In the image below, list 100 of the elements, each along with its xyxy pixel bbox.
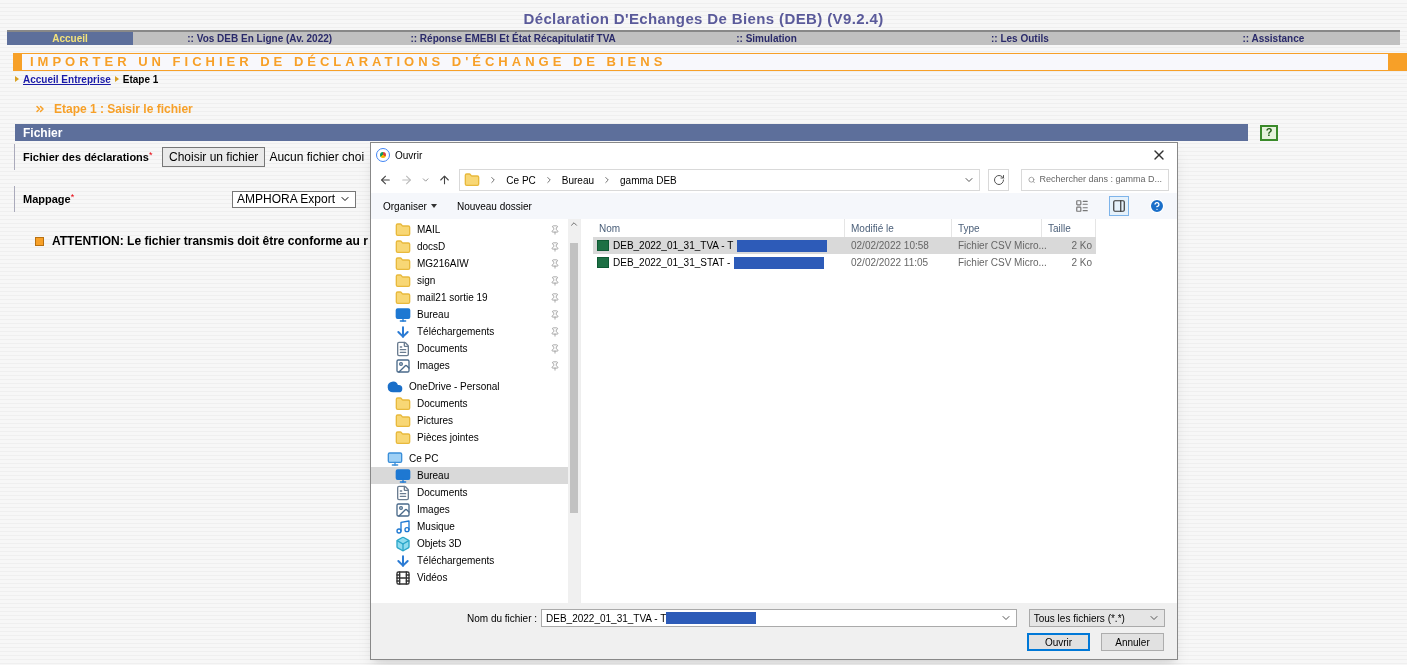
- required-mark: *: [70, 190, 75, 202]
- file-row[interactable]: DEB_2022_01_31_TVA - T 02/02/2022 10:58 Fichier CSV Micro... 2 Ko: [593, 237, 1096, 254]
- section-title: Fichier: [23, 124, 63, 142]
- filename-field[interactable]: DEB_2022_01_31_TVA - T: [541, 609, 1017, 627]
- search-icon: [1028, 174, 1036, 186]
- file-name: DEB_2022_01_31_TVA - T: [613, 239, 734, 253]
- file-modified: 02/02/2022 11:05: [850, 256, 930, 270]
- nav-item[interactable]: Téléchargements: [371, 552, 568, 569]
- monitor-icon: [395, 306, 411, 323]
- nav-item[interactable]: Pictures: [371, 412, 568, 429]
- double-chevron-icon: [34, 103, 46, 115]
- nav-item[interactable]: Objets 3D: [371, 535, 568, 552]
- menu-tab[interactable]: :: Assistance: [1146, 32, 1401, 45]
- help-icon[interactable]: [1149, 198, 1165, 214]
- image-icon: [395, 501, 411, 518]
- nav-item[interactable]: Bureau: [371, 306, 568, 323]
- nav-item[interactable]: Ce PC: [371, 450, 568, 467]
- field-label: Fichier des déclarations: [23, 149, 149, 165]
- mapping-select[interactable]: AMPHORA Export: [232, 190, 357, 208]
- preview-pane-icon[interactable]: [1109, 196, 1129, 216]
- folder-icon: [395, 238, 411, 255]
- folder-icon: [395, 429, 411, 446]
- path-segment[interactable]: Ce PC: [506, 172, 536, 188]
- document-icon: [395, 340, 411, 357]
- nav-item[interactable]: Images: [371, 357, 568, 374]
- address-bar[interactable]: Ce PC Bureau gamma DEB: [459, 169, 981, 191]
- dialog-title: Ouvrir: [395, 148, 424, 163]
- menu-tab[interactable]: Accueil: [7, 32, 133, 45]
- nav-item[interactable]: Musique: [371, 518, 568, 535]
- folder-icon: [395, 221, 411, 238]
- path-segment[interactable]: Bureau: [561, 172, 595, 188]
- folder-icon: [395, 412, 411, 429]
- nav-item[interactable]: Images: [371, 501, 568, 518]
- cancel-button[interactable]: Annuler: [1101, 633, 1164, 651]
- nav-item[interactable]: Vidéos: [371, 569, 568, 586]
- toolbar-button[interactable]: Organiser: [383, 198, 437, 214]
- download-icon: [395, 552, 411, 569]
- refresh-icon: [992, 174, 1005, 186]
- spreadsheet-icon: [597, 257, 609, 268]
- file-type-select[interactable]: Tous les fichiers (*.*): [1028, 609, 1165, 627]
- nav-item[interactable]: OneDrive - Personal: [371, 378, 568, 395]
- download-icon: [395, 323, 411, 340]
- filename-label: Nom du fichier :: [467, 611, 538, 626]
- required-mark: *: [148, 148, 153, 160]
- toolbar-button[interactable]: Nouveau dossier: [456, 198, 532, 214]
- nav-item[interactable]: docsD: [371, 238, 568, 255]
- nav-item[interactable]: MG216AIW: [371, 255, 568, 272]
- spreadsheet-icon: [597, 240, 609, 251]
- refresh-button[interactable]: [988, 169, 1009, 191]
- folder-icon: [395, 272, 411, 289]
- file-row[interactable]: DEB_2022_01_31_STAT - 02/02/2022 11:05 Fichier CSV Micro... 2 Ko: [593, 254, 1096, 271]
- nav-item[interactable]: Documents: [371, 340, 568, 357]
- document-icon: [395, 484, 411, 501]
- breadcrumb-current: Etape 1: [122, 72, 159, 87]
- step-title: Etape 1 : Saisir le fichier: [54, 101, 193, 118]
- app-title: Déclaration D'Echanges De Biens (DEB) (V9.2.4): [523, 9, 884, 29]
- nav-item[interactable]: Documents: [371, 484, 568, 501]
- browser-logo-icon: [377, 149, 389, 161]
- computer-icon: [387, 450, 403, 467]
- open-button[interactable]: Ouvrir: [1027, 633, 1090, 651]
- bullet-icon: [35, 236, 44, 246]
- menu-tab[interactable]: :: Les Outils: [893, 32, 1147, 45]
- folder-icon: [395, 255, 411, 272]
- menu-tab[interactable]: :: Vos DEB En Ligne (Av. 2022): [133, 32, 387, 45]
- folder-icon: [395, 395, 411, 412]
- caret-icon: [430, 204, 437, 208]
- nav-item[interactable]: Documents: [371, 395, 568, 412]
- view-options-icon[interactable]: [1075, 199, 1089, 213]
- scrollbar[interactable]: [568, 219, 580, 603]
- cube-icon: [395, 535, 411, 552]
- breadcrumb-link[interactable]: Accueil Entreprise: [23, 71, 111, 87]
- page-title: IMPORTER UN FICHIER DE DÉCLARATIONS D'ÉCHANGE DE BIENS: [29, 54, 668, 70]
- choose-file-button[interactable]: Choisir un fichier: [162, 147, 266, 167]
- scroll-up-icon: [569, 219, 579, 229]
- image-icon: [395, 357, 411, 374]
- file-name: DEB_2022_01_31_STAT -: [613, 256, 731, 270]
- breadcrumb-arrow-icon: [15, 76, 19, 82]
- nav-item[interactable]: Bureau: [371, 467, 568, 484]
- nav-item[interactable]: sign: [371, 272, 568, 289]
- file-modified: 02/02/2022 10:58: [850, 239, 930, 253]
- field-label: Mappage: [23, 191, 71, 207]
- nav-item[interactable]: Pièces jointes: [371, 429, 568, 446]
- up-icon[interactable]: [438, 173, 452, 187]
- nav-item[interactable]: Téléchargements: [371, 323, 568, 340]
- back-icon[interactable]: [379, 173, 392, 187]
- monitor-icon: [395, 467, 411, 484]
- path-segment[interactable]: gamma DEB: [620, 172, 677, 188]
- film-icon: [395, 569, 411, 586]
- breadcrumb-arrow-icon: [114, 76, 119, 82]
- nav-item[interactable]: mail21 sortie 19: [371, 289, 568, 306]
- warning-text: ATTENTION: Le fichier transmis doit être conforme au r: [52, 233, 368, 250]
- menu-tab[interactable]: :: Réponse EMEBI Et État Récapitulatif TVA: [386, 32, 640, 45]
- music-note-icon: [395, 518, 411, 535]
- search-field[interactable]: Rechercher dans : gamma D...: [1021, 169, 1169, 191]
- folder-icon: [464, 172, 481, 188]
- menu-tab[interactable]: :: Simulation: [639, 32, 894, 45]
- help-button[interactable]: ?: [1260, 124, 1278, 141]
- nav-item[interactable]: MAIL: [371, 221, 568, 238]
- file-status: Aucun fichier choi: [269, 149, 365, 166]
- folder-icon: [395, 289, 411, 306]
